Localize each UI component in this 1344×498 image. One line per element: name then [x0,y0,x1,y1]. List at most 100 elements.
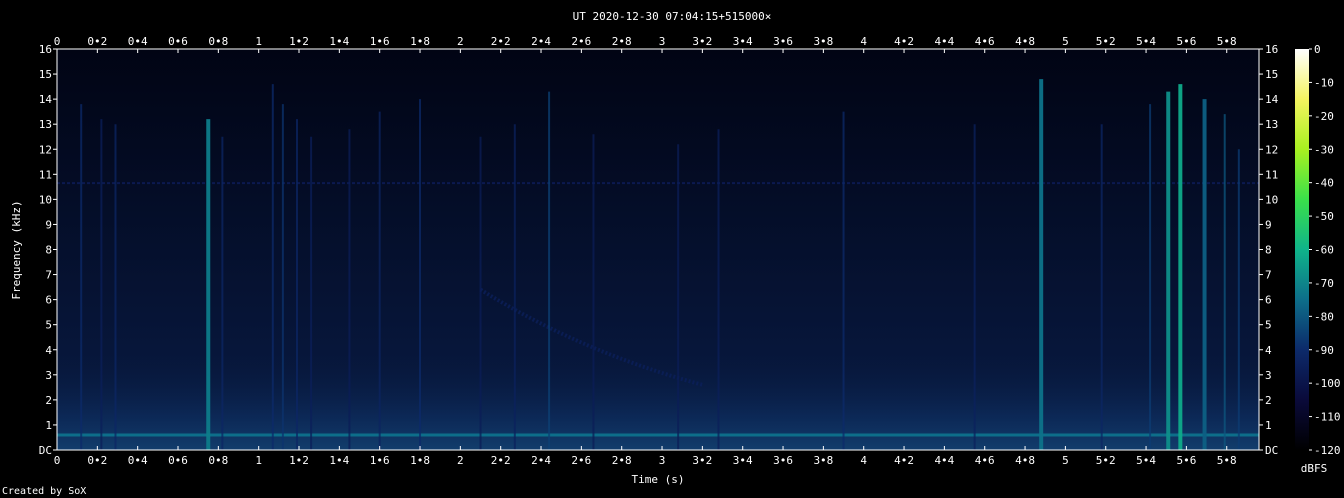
colorbar-tick-label: -100 [1314,377,1341,390]
x-tick-label-bottom: 1•4 [329,454,349,467]
x-tick-label-top: 0•4 [128,35,148,48]
x-tick-label-top: 4•2 [894,35,914,48]
y-tick-label-left: 10 [39,193,52,206]
y-tick-label-right: 3 [1265,369,1272,382]
x-tick-label-bottom: 2 [457,454,464,467]
y-tick-label-left: 1 [45,419,52,432]
x-tick-label-bottom: 3•4 [733,454,753,467]
x-tick-label-bottom: 2•8 [612,454,632,467]
x-tick-label-top: 0•8 [208,35,228,48]
y-tick-label-left: 8 [45,244,52,257]
x-tick-label-bottom: 1•2 [289,454,309,467]
y-tick-label-left: 15 [39,68,52,81]
x-tick-label-top: 3•2 [692,35,712,48]
x-tick-label-top: 3•6 [773,35,793,48]
colorbar-tick-label: -80 [1314,310,1334,323]
x-tick-label-top: 2 [457,35,464,48]
colorbar-tick-label: -20 [1314,110,1334,123]
x-tick-label-bottom: 0•8 [208,454,228,467]
colorbar [1295,49,1309,450]
y-tick-label-left: 13 [39,118,52,131]
x-tick-label-top: 0•2 [87,35,107,48]
colorbar-tick-label: 0 [1314,43,1321,56]
colorbar-tick-label: -10 [1314,76,1334,89]
x-tick-label-top: 3•4 [733,35,753,48]
x-tick-label-bottom: 3•6 [773,454,793,467]
x-tick-label-bottom: 4•8 [1015,454,1035,467]
y-tick-label-left: 9 [45,218,52,231]
x-tick-label-top: 1 [255,35,262,48]
chart-title: UT 2020-12-30 07:04:15+515000× [573,10,772,23]
x-tick-label-bottom: 0•6 [168,454,188,467]
x-tick-label-top: 5•8 [1217,35,1237,48]
x-tick-label-bottom: 4•4 [934,454,954,467]
colorbar-tick-label: -60 [1314,244,1334,257]
x-tick-label-bottom: 4•2 [894,454,914,467]
x-tick-label-bottom: 5•2 [1096,454,1116,467]
x-tick-label-top: 2•8 [612,35,632,48]
y-tick-label-right: 11 [1265,168,1278,181]
x-tick-label-bottom: 3•2 [692,454,712,467]
y-tick-label-right: 16 [1265,43,1278,56]
y-tick-label-left: DC [39,444,52,457]
x-tick-label-top: 5•2 [1096,35,1116,48]
x-tick-label-bottom: 5•8 [1217,454,1237,467]
colorbar-tick-label: -40 [1314,177,1334,190]
colorbar-tick-label: -70 [1314,277,1334,290]
x-tick-label-top: 5•4 [1136,35,1156,48]
colorbar-tick-label: -50 [1314,210,1334,223]
y-axis-label: Frequency (kHz) [10,200,23,299]
x-tick-label-bottom: 2•4 [531,454,551,467]
colorbar-ticks: 0 -10 -20 -30 -40 -50 -60 -70 -80 -90 -100 -110 -120 [1309,43,1341,457]
x-tick-label-bottom: 5 [1062,454,1069,467]
x-tick-label-top: 3•8 [813,35,833,48]
x-tick-label-top: 4•8 [1015,35,1035,48]
x-tick-label-top: 1•6 [370,35,390,48]
credit-text: Created by SoX [2,486,86,497]
y-tick-label-left: 6 [45,294,52,307]
y-tick-label-left: 3 [45,369,52,382]
y-tick-label-right: 10 [1265,193,1278,206]
y-tick-label-left: 16 [39,43,52,56]
x-tick-label-bottom: 0•2 [87,454,107,467]
y-tick-label-right: 6 [1265,294,1272,307]
colorbar-tick-label: -30 [1314,143,1334,156]
y-tick-label-left: 5 [45,319,52,332]
y-tick-label-left: 7 [45,269,52,282]
x-tick-label-bottom: 3•8 [813,454,833,467]
x-tick-label-top: 5•6 [1176,35,1196,48]
x-tick-label-top: 4•6 [975,35,995,48]
x-tick-label-top: 1•8 [410,35,430,48]
colorbar-tick-label: -110 [1314,411,1341,424]
y-tick-label-right: DC [1265,444,1278,457]
x-tick-label-top: 2•6 [571,35,591,48]
x-tick-label-top: 4 [860,35,867,48]
x-tick-label-top: 4•4 [934,35,954,48]
x-tick-label-bottom: 0 [54,454,61,467]
x-tick-label-bottom: 4 [860,454,867,467]
colorbar-tick-label: -90 [1314,344,1334,357]
y-axis-left: DC12345678910111213141516 [39,43,57,457]
x-tick-label-top: 2•4 [531,35,551,48]
y-tick-label-right: 12 [1265,143,1278,156]
x-tick-label-top: 3 [659,35,666,48]
x-tick-label-bottom: 3 [659,454,666,467]
x-tick-label-top: 2•2 [491,35,511,48]
x-tick-label-bottom: 1•8 [410,454,430,467]
x-axis-label: Time (s) [632,473,685,486]
colorbar-unit: dBFS [1301,462,1328,475]
y-tick-label-right: 9 [1265,218,1272,231]
x-tick-label-bottom: 1 [255,454,262,467]
y-tick-label-left: 11 [39,168,52,181]
x-tick-label-bottom: 4•6 [975,454,995,467]
x-tick-label-bottom: 1•6 [370,454,390,467]
y-tick-label-right: 1 [1265,419,1272,432]
spectrogram-chart: UT 2020-12-30 07:04:15+515000× 0 0•2 0•4 0•… [2,10,1341,497]
x-tick-label-bottom: 0•4 [128,454,148,467]
x-tick-label-bottom: 5•6 [1176,454,1196,467]
y-tick-label-right: 4 [1265,344,1272,357]
y-tick-label-left: 4 [45,344,52,357]
colorbar-tick-label: -120 [1314,444,1341,457]
y-tick-label-right: 13 [1265,118,1278,131]
x-tick-label-top: 0 [54,35,61,48]
